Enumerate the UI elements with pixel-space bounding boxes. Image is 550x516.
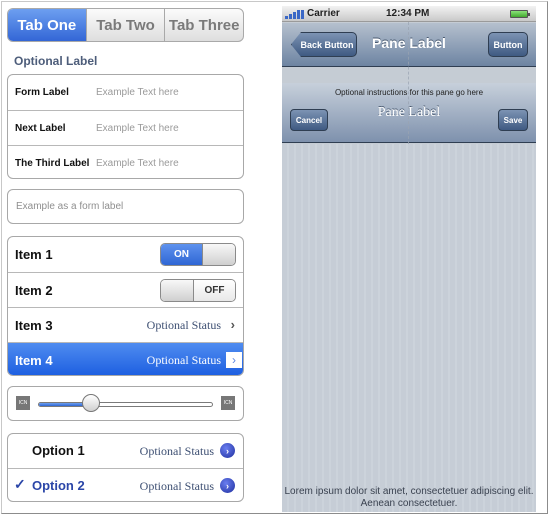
form-group: Form Label Example Text here Next Label … [7, 74, 244, 179]
chevron-right-icon: › [226, 352, 242, 368]
option-label: Option 1 [32, 443, 85, 458]
content-area: Lorem ipsum dolor sit amet, consectetuer… [282, 144, 536, 512]
disclosure-button-icon[interactable]: › [220, 478, 235, 493]
navigation-bar: Back Button Pane Label Button [282, 23, 536, 67]
toggle-off-text: OFF [194, 280, 235, 301]
item-label: Item 3 [15, 317, 53, 333]
toggle-knob[interactable] [161, 280, 194, 301]
form-label: Next Label [15, 122, 66, 134]
tab-three[interactable]: Tab Three [164, 9, 243, 41]
form-row[interactable]: Next Label Example Text here [8, 110, 243, 145]
section-label: Optional Label [14, 54, 98, 68]
cancel-button[interactable]: Cancel [290, 109, 328, 131]
save-button[interactable]: Save [498, 109, 528, 131]
option-row-1[interactable]: Option 1 Optional Status › [8, 434, 243, 468]
tab-two[interactable]: Tab Two [85, 9, 165, 41]
tab-one[interactable]: Tab One [8, 9, 86, 41]
slider-min-icon: ICN [16, 396, 30, 410]
list-item-3[interactable]: Item 3 Optional Status › [8, 307, 243, 342]
form-row[interactable]: Form Label Example Text here [8, 75, 243, 110]
segmented-control: Tab One Tab Two Tab Three [7, 8, 244, 42]
form-label: The Third Label [15, 157, 90, 169]
pane-instructions: Optional instructions for this pane go h… [334, 88, 484, 97]
item-label: Item 4 [15, 352, 53, 368]
list-item-2[interactable]: Item 2 OFF [8, 272, 243, 307]
option-status: Optional Status [139, 444, 214, 458]
slider-max-icon: ICN [221, 396, 235, 410]
items-group: Item 1 ON Item 2 OFF Item 3 Optional Sta… [7, 236, 244, 376]
option-row-2[interactable]: ✓ Option 2 Optional Status › [8, 468, 243, 501]
option-status: Optional Status [139, 479, 214, 493]
form-label: Form Label [15, 87, 69, 98]
list-item-4[interactable]: Item 4 Optional Status › [8, 342, 243, 375]
form-row[interactable]: The Third Label Example Text here [8, 145, 243, 178]
status-time: 12:34 PM [386, 8, 430, 19]
checkmark-icon: ✓ [14, 476, 26, 492]
form-input[interactable]: Example Text here [96, 123, 179, 134]
footer-text: Lorem ipsum dolor sit amet, consectetuer… [284, 486, 534, 509]
slider-thumb[interactable] [82, 394, 101, 412]
item-status: Optional Status [146, 353, 221, 367]
list-item-1[interactable]: Item 1 ON [8, 237, 243, 272]
toggle-on[interactable]: ON [160, 243, 236, 266]
nav-right-button[interactable]: Button [488, 32, 528, 57]
toggle-on-text: ON [161, 244, 202, 265]
text-field[interactable]: Example as a form label [7, 189, 244, 224]
carrier-label: Carrier [307, 8, 340, 19]
battery-icon [510, 10, 530, 18]
signal-icon [285, 10, 304, 19]
option-label: Option 2 [32, 478, 85, 493]
form-input[interactable]: Example Text here [96, 158, 179, 169]
center-guide-line [408, 22, 409, 144]
toggle-off[interactable]: OFF [160, 279, 236, 302]
phone-screen: Carrier 12:34 PM Back Button Pane Label … [282, 6, 536, 512]
disclosure-button-icon[interactable]: › [220, 443, 235, 458]
status-bar: Carrier 12:34 PM [282, 6, 536, 22]
slider-track[interactable] [38, 402, 213, 407]
item-status: Optional Status [146, 318, 221, 332]
options-group: Option 1 Optional Status › ✓ Option 2 Op… [7, 433, 244, 502]
item-label: Item 2 [15, 282, 53, 298]
item-label: Item 1 [15, 247, 53, 262]
toggle-knob[interactable] [202, 244, 235, 265]
form-input[interactable]: Example Text here [96, 87, 179, 98]
prompt-navigation-bar: Optional instructions for this pane go h… [282, 83, 536, 143]
slider-group: ICN ICN [7, 386, 244, 421]
chevron-right-icon: › [230, 317, 235, 332]
